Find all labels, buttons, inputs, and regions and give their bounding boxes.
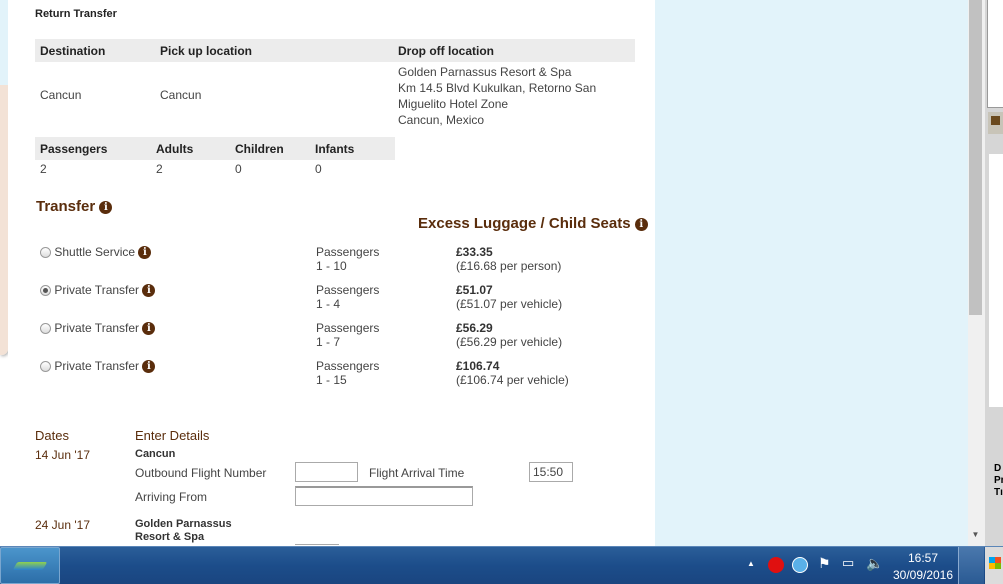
scroll-down-arrow-icon[interactable]: ▼ bbox=[969, 530, 982, 540]
scrollbar-thumb[interactable] bbox=[969, 0, 982, 315]
window-text: D Pr Tı bbox=[994, 463, 1003, 498]
arriving-from-label: Arriving From bbox=[135, 490, 208, 504]
option-label: Private Transfer bbox=[54, 321, 140, 335]
dropoff-value: Golden Parnassus Resort & Spa Km 14.5 Bl… bbox=[398, 65, 597, 127]
side-background bbox=[655, 0, 968, 546]
price: £51.07 bbox=[456, 283, 493, 297]
transfer-options: Shuttle Service i Passengers 1 - 10 £33.3… bbox=[8, 245, 648, 405]
system-tray: ▲ ⚑ ▭ 🔈 16:57 30/09/2016 bbox=[740, 547, 955, 584]
pax-range: 1 - 10 bbox=[316, 259, 347, 273]
children-value: 0 bbox=[235, 162, 242, 176]
info-icon[interactable]: i bbox=[142, 360, 156, 374]
option-label: Shuttle Service bbox=[54, 245, 136, 259]
leg2-place: Golden Parnassus Resort & Spa bbox=[135, 518, 232, 543]
price: £33.35 bbox=[456, 245, 493, 259]
transfer-option[interactable]: Shuttle Service i Passengers 1 - 10 £33.3… bbox=[8, 245, 628, 283]
pax-label: Passengers bbox=[316, 245, 380, 259]
destination-value: Cancun bbox=[40, 88, 82, 102]
messenger-icon[interactable] bbox=[792, 557, 808, 573]
info-icon[interactable]: i bbox=[142, 322, 156, 336]
info-icon[interactable]: i bbox=[634, 217, 648, 231]
antivirus-icon[interactable] bbox=[768, 557, 784, 573]
enter-details-heading: Enter Details bbox=[135, 428, 210, 443]
start-button[interactable] bbox=[0, 547, 60, 584]
transfer-option[interactable]: Private Transfer i Passengers 1 - 15 £106… bbox=[8, 359, 628, 397]
price: £106.74 bbox=[456, 359, 500, 373]
pax-label: Passengers bbox=[316, 359, 380, 373]
transfer-panel: Return Transfer Destination Pick up loca… bbox=[8, 0, 655, 546]
transfer-heading: Transfer i bbox=[36, 198, 113, 215]
pax-range: 1 - 15 bbox=[316, 373, 347, 387]
passengers-value: 2 bbox=[40, 162, 47, 176]
section-title: Return Transfer bbox=[35, 8, 117, 20]
volume-muted-icon[interactable]: 🔈 bbox=[866, 555, 883, 572]
header-destination: Destination bbox=[40, 44, 106, 58]
header-pickup: Pick up location bbox=[160, 44, 253, 58]
dates-heading: Dates bbox=[35, 428, 69, 443]
price-note: (£51.07 per vehicle) bbox=[456, 297, 563, 311]
flight-number-label: Outbound Flight Number bbox=[135, 466, 267, 480]
transfer-option[interactable]: Private Transfer i Passengers 1 - 7 £56.2… bbox=[8, 321, 628, 359]
clock-date[interactable]: 30/09/2016 bbox=[888, 568, 958, 582]
leg1-place: Cancun bbox=[135, 448, 176, 460]
leg2-date: 24 Jun '17 bbox=[35, 518, 91, 532]
app-logo-icon bbox=[12, 562, 48, 570]
info-icon[interactable]: i bbox=[138, 246, 152, 260]
route-table-header: Destination Pick up location Drop off lo… bbox=[35, 39, 635, 62]
taskbar-app-button[interactable] bbox=[985, 547, 1003, 584]
pax-table-header: Passengers Adults Children Infants bbox=[35, 137, 395, 160]
option-label: Private Transfer bbox=[54, 283, 140, 297]
header-children: Children bbox=[235, 142, 284, 156]
infants-value: 0 bbox=[315, 162, 322, 176]
background-window: D Pr Tı bbox=[985, 0, 1003, 546]
pickup-value: Cancun bbox=[160, 88, 202, 102]
flight-number-input[interactable] bbox=[295, 462, 358, 482]
radio-button[interactable] bbox=[40, 247, 51, 259]
price-note: (£16.68 per person) bbox=[456, 259, 562, 273]
header-passengers: Passengers bbox=[40, 142, 108, 156]
show-desktop-button[interactable] bbox=[958, 547, 984, 584]
adults-value: 2 bbox=[156, 162, 163, 176]
app-icon[interactable] bbox=[988, 112, 1003, 134]
option-label: Private Transfer bbox=[54, 359, 140, 373]
header-dropoff: Drop off location bbox=[398, 44, 494, 58]
radio-button[interactable] bbox=[40, 361, 51, 373]
arriving-from-input[interactable] bbox=[295, 486, 473, 506]
windows-logo-icon bbox=[989, 557, 1001, 569]
info-icon[interactable]: i bbox=[99, 200, 113, 214]
header-adults: Adults bbox=[156, 142, 194, 156]
action-center-flag-icon[interactable]: ⚑ bbox=[818, 555, 831, 572]
clock-time[interactable]: 16:57 bbox=[888, 551, 958, 565]
extras-heading: Excess Luggage / Child Seats i bbox=[418, 215, 648, 232]
show-hidden-icons-icon[interactable]: ▲ bbox=[747, 559, 755, 568]
pax-range: 1 - 7 bbox=[316, 335, 341, 349]
header-infants: Infants bbox=[315, 142, 355, 156]
radio-button[interactable] bbox=[40, 323, 51, 335]
price-note: (£56.29 per vehicle) bbox=[456, 335, 563, 349]
background-card bbox=[0, 0, 8, 355]
price-note: (£106.74 per vehicle) bbox=[456, 373, 569, 387]
pax-label: Passengers bbox=[316, 321, 380, 335]
network-icon[interactable]: ▭ bbox=[842, 555, 854, 571]
radio-button-selected[interactable] bbox=[40, 285, 51, 297]
pax-range: 1 - 4 bbox=[316, 297, 341, 311]
price: £56.29 bbox=[456, 321, 493, 335]
leg1-date: 14 Jun '17 bbox=[35, 448, 91, 462]
arrival-time-label: Flight Arrival Time bbox=[369, 466, 465, 480]
transfer-option[interactable]: Private Transfer i Passengers 1 - 4 £51.0… bbox=[8, 283, 628, 321]
arrival-time-input[interactable] bbox=[529, 462, 573, 482]
info-icon[interactable]: i bbox=[142, 284, 156, 298]
pax-label: Passengers bbox=[316, 283, 380, 297]
